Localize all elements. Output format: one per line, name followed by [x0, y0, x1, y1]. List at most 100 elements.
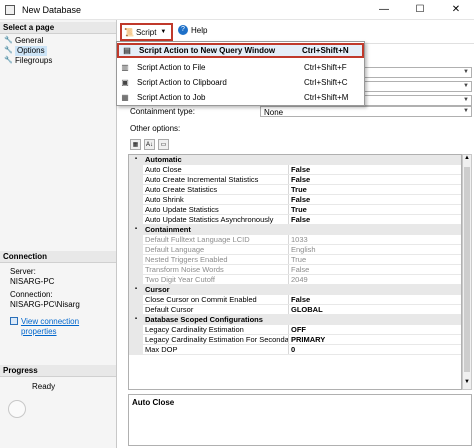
grid-toolbar: ▦ A↓ ▭	[128, 137, 472, 151]
property-value: 2049	[291, 275, 308, 284]
select-page-header: Select a page	[0, 22, 116, 34]
categorized-icon[interactable]: ▦	[130, 138, 141, 150]
property-value: True	[291, 255, 307, 264]
scroll-up-icon[interactable]: ▲	[463, 155, 471, 165]
script-button[interactable]: 📜 Script ▼	[120, 23, 173, 41]
property-row[interactable]: Auto Create Statistics True	[129, 185, 461, 195]
property-name: Nested Triggers Enabled	[143, 255, 289, 264]
collapse-icon: ▪	[134, 156, 138, 162]
property-name: Legacy Cardinality Estimation	[143, 325, 289, 334]
menu-item-script-clipboard[interactable]: ▣ Script Action to Clipboard Ctrl+Shift+…	[117, 75, 364, 90]
property-name: Auto Create Statistics	[143, 185, 289, 194]
property-name: Auto Create Incremental Statistics	[143, 175, 289, 184]
new-query-icon: ▤	[123, 46, 131, 55]
description-title: Auto Close	[132, 398, 175, 407]
property-value: English	[291, 245, 316, 254]
scroll-thumb[interactable]	[464, 167, 470, 372]
property-name: Default Language	[143, 245, 289, 254]
chevron-down-icon: ▼	[463, 69, 469, 75]
property-name: Default Cursor	[143, 305, 289, 314]
server-label: Server:	[10, 267, 36, 276]
property-value[interactable]: True	[289, 185, 461, 194]
property-value: 1033	[291, 235, 308, 244]
wrench-icon: 🔧	[4, 57, 13, 64]
property-pages-icon[interactable]: ▭	[158, 138, 169, 150]
menu-item-script-file[interactable]: ▥ Script Action to File Ctrl+Shift+F	[117, 60, 364, 75]
property-value: False	[291, 265, 310, 274]
property-row[interactable]: Default Cursor GLOBAL	[129, 305, 461, 315]
page-general[interactable]: 🔧 General	[4, 36, 43, 46]
property-row[interactable]: Legacy Cardinality Estimation For Second…	[129, 335, 461, 345]
page-label: Options	[15, 46, 47, 56]
view-connection-properties[interactable]: View connection properties	[10, 317, 116, 337]
containment-type-select[interactable]: None ▼	[260, 106, 472, 117]
menu-item-script-job[interactable]: ▦ Script Action to Job Ctrl+Shift+M	[117, 90, 364, 105]
property-value[interactable]: False	[289, 165, 461, 174]
property-row[interactable]: Auto Update Statistics True	[129, 205, 461, 215]
page-filegroups[interactable]: 🔧 Filegroups	[4, 56, 52, 66]
property-value[interactable]: False	[289, 195, 461, 204]
chevron-down-icon: ▼	[463, 83, 469, 89]
help-button[interactable]: ? Help	[178, 25, 207, 35]
progress-status: Ready	[32, 382, 56, 391]
wrench-icon: 🔧	[4, 47, 13, 54]
property-name: Transform Noise Words	[143, 265, 289, 274]
property-row[interactable]: Two Digit Year Cutoff 2049	[129, 275, 461, 285]
category-row[interactable]: ▪ Cursor	[129, 285, 461, 295]
wrench-icon: 🔧	[4, 37, 13, 44]
property-value[interactable]: 0	[289, 345, 461, 354]
script-icon: 📜	[124, 27, 134, 37]
close-button[interactable]: ✕	[438, 0, 474, 20]
menu-item-script-new-query[interactable]: ▤ Script Action to New Query Window Ctrl…	[117, 43, 364, 58]
chevron-down-icon: ▼	[160, 29, 167, 35]
property-value[interactable]: False	[289, 215, 461, 224]
property-row[interactable]: Auto Update Statistics Asynchronously Fal…	[129, 215, 461, 225]
property-name: Two Digit Year Cutoff	[143, 275, 289, 284]
grid-scrollbar[interactable]: ▲ ▼	[462, 154, 472, 390]
script-label: Script	[135, 27, 157, 37]
minimize-button[interactable]: —	[366, 0, 402, 20]
help-icon: ?	[178, 25, 188, 35]
other-options-label: Other options:	[130, 124, 181, 133]
script-menu: ▤ Script Action to New Query Window Ctrl…	[116, 41, 365, 106]
left-pane: Select a page 🔧 General 🔧 Options 🔧 File…	[0, 20, 117, 448]
property-value[interactable]: True	[289, 205, 461, 214]
property-row[interactable]: Default Language English	[129, 245, 461, 255]
app-icon	[5, 5, 15, 15]
property-value[interactable]: OFF	[289, 325, 461, 334]
property-row[interactable]: Default Fulltext Language LCID 1033	[129, 235, 461, 245]
page-label: Filegroups	[15, 56, 53, 65]
sort-alpha-icon[interactable]: A↓	[144, 138, 155, 150]
containment-type-label: Containment type:	[130, 107, 195, 116]
maximize-button[interactable]: ☐	[402, 0, 438, 20]
property-row[interactable]: Legacy Cardinality Estimation OFF	[129, 325, 461, 335]
property-name: Legacy Cardinality Estimation For Second…	[145, 335, 289, 344]
property-row[interactable]: Nested Triggers Enabled True	[129, 255, 461, 265]
connection-header: Connection	[0, 251, 116, 263]
page-options[interactable]: 🔧 Options	[4, 46, 47, 56]
property-value[interactable]: GLOBAL	[289, 305, 461, 314]
containment-type-row: Containment type: None ▼	[130, 106, 474, 118]
property-name: Auto Close	[143, 165, 289, 174]
containment-type-value: None	[264, 108, 284, 117]
property-value[interactable]: False	[289, 295, 461, 304]
progress-spinner-icon	[8, 400, 26, 418]
category-row[interactable]: ▪ Containment	[129, 225, 461, 235]
property-row[interactable]: Max DOP 0	[129, 345, 461, 355]
view-connection-properties-link[interactable]: View connection properties	[21, 317, 116, 337]
property-row[interactable]: Auto Shrink False	[129, 195, 461, 205]
properties-icon	[10, 317, 18, 325]
property-value[interactable]: False	[289, 175, 461, 184]
scroll-down-icon[interactable]: ▼	[463, 379, 471, 389]
property-row[interactable]: Auto Create Incremental Statistics False	[129, 175, 461, 185]
category-row[interactable]: ▪ Database Scoped Configurations	[129, 315, 461, 325]
property-row[interactable]: Close Cursor on Commit Enabled False	[129, 295, 461, 305]
property-name: Auto Shrink	[143, 195, 289, 204]
property-row[interactable]: Transform Noise Words False	[129, 265, 461, 275]
title-bar: New Database — ☐ ✕	[0, 0, 474, 20]
category-row[interactable]: ▪ Automatic	[129, 155, 461, 165]
collapse-icon: ▪	[134, 226, 138, 232]
property-value[interactable]: PRIMARY	[289, 335, 461, 344]
property-name: Auto Update Statistics Asynchronously	[143, 215, 289, 224]
property-row[interactable]: Auto Close False	[129, 165, 461, 175]
